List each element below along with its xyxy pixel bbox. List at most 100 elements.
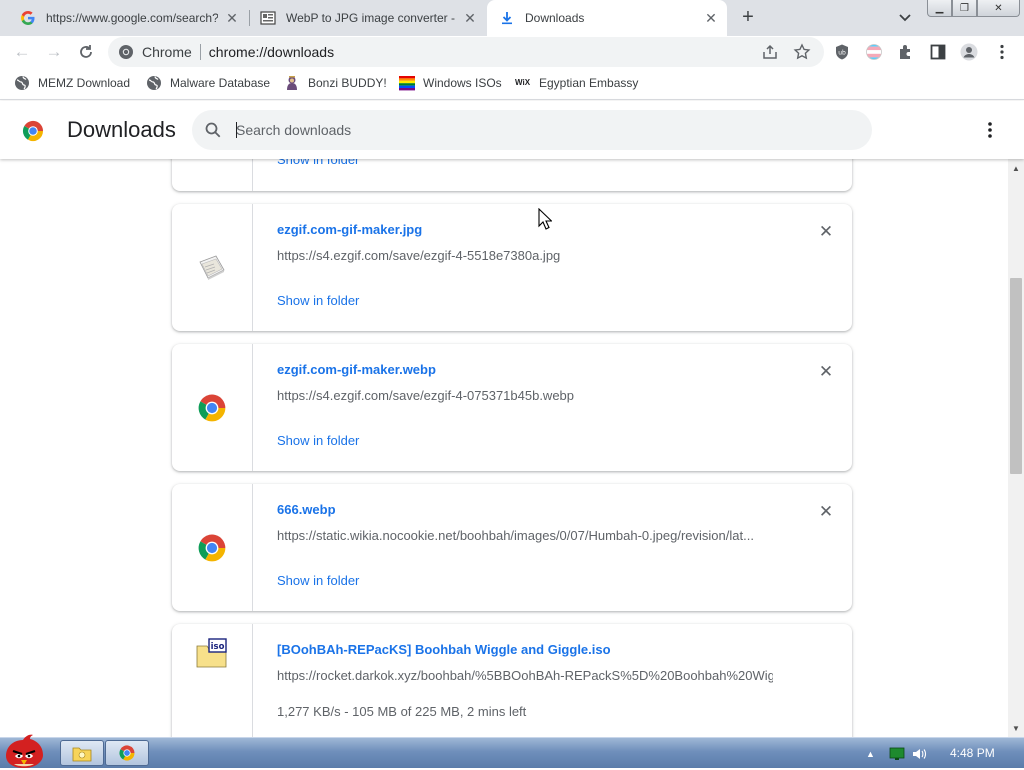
tab-webp-converter[interactable]: WebP to JPG image converter - ✕ [250,0,486,36]
network-icon[interactable] [889,747,905,761]
show-in-folder-link[interactable]: Show in folder [277,293,359,308]
tab-title: Downloads [525,11,585,25]
show-in-folder-link[interactable]: Show in folder [277,433,359,448]
download-filename-link[interactable]: 666.webp [277,502,336,517]
close-icon: ✕ [818,362,834,381]
bookmark-label: Windows ISOs [423,76,502,90]
scroll-up-arrow-icon[interactable]: ▲ [1008,161,1024,177]
close-icon[interactable]: ✕ [224,10,240,26]
wix-icon: WiX [515,78,531,87]
share-icon[interactable] [761,43,779,61]
search-box[interactable] [192,110,872,150]
ublock-shield-icon[interactable]: ub [833,43,851,61]
bookmark-label: MEMZ Download [38,76,131,90]
tab-strip: https://www.google.com/search? ✕ WebP to… [0,0,1024,36]
iso-file-icon: iso [196,638,227,668]
close-icon: ✕ [994,2,1003,14]
download-icon-column [172,484,253,611]
download-icon-column: iso [172,624,253,737]
tab-title: WebP to JPG image converter - [286,11,455,25]
back-button[interactable]: ← [12,42,32,62]
minimize-button[interactable]: ▁ [927,0,952,17]
ezgif-page-icon [260,11,276,25]
bookmark-egyptian-embassy[interactable]: WiX Egyptian Embassy [515,75,638,91]
tab-google-search[interactable]: https://www.google.com/search? ✕ [8,0,248,36]
bookmark-malware-database[interactable]: Malware Database [146,75,270,91]
side-panel-icon[interactable] [929,43,947,61]
download-filename-link[interactable]: ezgif.com-gif-maker.jpg [277,222,422,237]
globe-icon [15,76,29,90]
omnibox-url[interactable]: chrome://downloads [209,44,334,60]
download-source-url[interactable]: https://s4.ezgif.com/save/ezgif-4-075371… [277,388,574,403]
chrome-icon [119,745,135,761]
chevron-down-icon[interactable] [896,8,914,26]
download-source-url[interactable]: https://s4.ezgif.com/save/ezgif-4-5518e7… [277,248,560,263]
restore-icon: ❐ [960,2,969,14]
address-bar[interactable]: Chrome chrome://downloads [108,37,824,67]
omnibox-scheme-label: Chrome [142,44,192,60]
bookmark-bonzi-buddy[interactable]: Bonzi BUDDY! [284,75,387,91]
forward-button[interactable]: → [44,42,64,62]
arrow-left-icon: ← [13,42,31,61]
chrome-logo-icon [22,120,44,142]
search-input[interactable] [236,120,836,140]
taskbar-clock[interactable]: 4:48 PM [950,746,995,760]
svg-text:iso: iso [211,642,225,652]
download-card: ezgif.com-gif-maker.jpg https://s4.ezgif… [172,204,852,331]
omnibox-separator [199,44,201,60]
taskbar-chrome-button[interactable] [105,740,149,766]
bookmark-label: Bonzi BUDDY! [308,76,387,90]
image-file-icon [199,255,225,280]
download-source-url[interactable]: https://rocket.darkok.xyz/boohbah/%5BBOo… [277,668,773,683]
bonzi-icon [287,76,297,90]
download-source-url[interactable]: https://static.wikia.nocookie.net/boohba… [277,528,754,543]
bookmark-label: Malware Database [170,76,271,90]
start-button-angry-bird-icon[interactable] [0,730,52,770]
striped-orb-extension-icon[interactable] [865,43,883,61]
volume-icon[interactable] [911,747,927,761]
search-icon [205,122,221,138]
tab-downloads[interactable]: Downloads ✕ [487,0,727,36]
download-filename-link[interactable]: ezgif.com-gif-maker.webp [277,362,436,377]
taskbar-explorer-button[interactable] [60,740,104,766]
reload-icon[interactable] [76,42,96,62]
close-window-button[interactable]: ✕ [977,0,1020,17]
windows-flag-icon [399,76,415,91]
maximize-button[interactable]: ❐ [952,0,977,17]
puzzle-extensions-icon[interactable] [897,43,915,61]
close-icon: ✕ [818,502,834,521]
scrollbar-thumb[interactable] [1010,278,1022,474]
download-arrow-icon [502,12,512,25]
close-icon[interactable]: ✕ [703,10,719,26]
close-icon: ✕ [818,222,834,241]
more-vert-icon[interactable] [993,43,1011,61]
download-icon-column [172,344,253,471]
download-filename-link[interactable]: [BOohBAh-REPacKS] Boohbah Wiggle and Gig… [277,642,611,657]
show-in-folder-link[interactable]: Show in folder [277,573,359,588]
bookmark-memz-download[interactable]: MEMZ Download [14,75,130,91]
show-in-folder-link[interactable]: Show in folder [277,159,359,167]
scroll-down-arrow-icon[interactable]: ▼ [1008,721,1024,737]
globe-icon [147,76,161,90]
mouse-cursor-icon [538,208,552,230]
remove-download-button[interactable]: ✕ [816,502,836,522]
chrome-icon [198,394,226,422]
more-vert-icon[interactable] [980,119,1000,141]
remove-download-button[interactable]: ✕ [816,222,836,242]
downloads-list: Show in folder ezgif.com-gif-maker.jpg h… [0,159,1008,737]
chrome-icon [119,45,133,59]
tab-title: https://www.google.com/search? [46,11,218,25]
text-caret [236,122,237,138]
bookmark-star-icon[interactable] [793,43,811,61]
close-icon[interactable]: ✕ [462,10,478,26]
download-icon-column [172,159,253,191]
bookmark-label: Egyptian Embassy [539,76,639,90]
tray-expand-icon[interactable]: ▲ [866,749,875,759]
minimize-icon: ▁ [935,2,944,14]
bookmark-windows-isos[interactable]: Windows ISOs [399,75,502,91]
svg-text:ub: ub [838,50,846,57]
new-tab-button[interactable]: + [738,6,758,28]
profile-avatar-icon[interactable] [960,43,978,61]
remove-download-button[interactable]: ✕ [816,362,836,382]
arrow-right-icon: → [45,42,63,61]
